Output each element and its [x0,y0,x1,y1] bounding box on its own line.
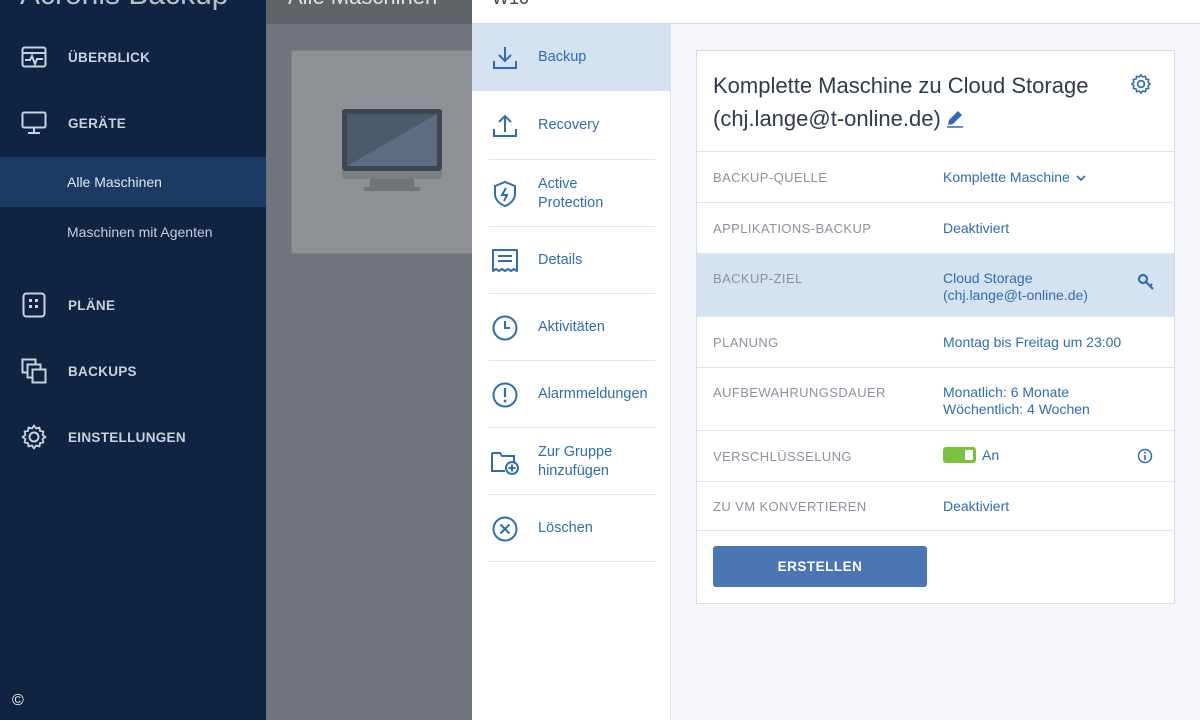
row-value: Komplette Maschine [943,169,1070,185]
sidebar-item-label: PLÄNE [68,297,116,313]
action-label: Active Protection [538,175,604,211]
row-key: BACKUP-ZIEL [713,271,803,286]
row-aufbewahrungsdauer[interactable]: AUFBEWAHRUNGSDAUER Monatlich: 6 Monate W… [697,367,1174,430]
download-icon [490,43,520,73]
action-label: Aktivitäten [538,319,605,335]
action-aktivitaeten[interactable]: Aktivitäten [472,294,671,361]
action-loeschen[interactable]: Löschen [472,495,671,562]
encryption-value: An [943,447,999,464]
machine-card[interactable] [291,50,491,254]
row-applikations-backup[interactable]: APPLIKATIONS-BACKUP Deaktiviert [697,202,1174,253]
action-label: Zur Gruppe hinzufügen [538,443,613,479]
machine-name: W10 [492,0,529,9]
row-backup-quelle[interactable]: BACKUP-QUELLE Komplette Maschine [697,151,1174,202]
row-value: Cloud Storage (chj.lange@t-online.de) [943,270,1088,303]
action-active-protection[interactable]: Active Protection [472,160,671,227]
action-label: Details [538,252,583,268]
row-key: BACKUP-QUELLE [713,170,828,185]
action-zur-gruppe-hinzufuegen[interactable]: Zur Gruppe hinzufügen [472,428,671,495]
gear-icon [20,423,48,451]
settings-gear-icon[interactable] [1130,73,1152,100]
row-key: APPLIKATIONS-BACKUP [713,221,872,236]
sidebar-item-label: BACKUPS [68,363,137,379]
row-key: AUFBEWAHRUNGSDAUER [713,385,886,400]
action-backup[interactable]: Backup [472,24,671,91]
app-title: Acronis Backup [20,0,228,12]
action-label: Alarmmeldungen [538,386,648,402]
sidebar-item-label: GERÄTE [68,115,127,131]
sidebar-item-label: EINSTELLUNGEN [68,429,186,445]
machine-list-area: Alle Maschinen [266,0,491,720]
encryption-toggle[interactable] [943,447,976,463]
plan-title: Komplette Maschine zu Cloud Storage (chj… [713,69,1133,137]
machine-list-header: Alle Maschinen [266,0,472,24]
details-icon [490,246,520,276]
create-button[interactable]: ERSTELLEN [713,546,927,587]
copyright: © [12,692,24,709]
row-key: ZU VM KONVERTIEREN [713,499,867,514]
dashboard-icon [20,43,48,71]
computer-icon [342,109,442,191]
shield-icon [490,179,520,209]
machine-detail-panel: W10 Backup Recovery Active Protection [472,0,1200,720]
sidebar-item-geraete[interactable]: GERÄTE [0,98,266,148]
delete-icon [490,514,520,544]
sidebar: Acronis Backup ÜBERBLICK GERÄTE Alle Mas… [0,0,266,720]
key-icon[interactable] [1137,273,1155,296]
row-value: Montag bis Freitag um 23:00 [943,334,1122,350]
row-key: PLANUNG [713,335,779,350]
backups-icon [20,357,48,385]
panel-header: W10 [472,0,1200,24]
row-key: VERSCHLÜSSELUNG [713,449,852,464]
row-value: Deaktiviert [943,498,1010,514]
info-icon[interactable] [1137,448,1153,469]
plans-icon [20,291,48,319]
sidebar-item-einstellungen[interactable]: EINSTELLUNGEN [0,412,266,462]
alert-icon [490,380,520,410]
sidebar-item-label: ÜBERBLICK [68,49,151,65]
action-label: Backup [538,49,587,65]
action-details[interactable]: Details [472,227,671,294]
page-title: Alle Maschinen [288,0,437,10]
toggle-state-label: An [982,447,1000,463]
row-verschluesselung[interactable]: VERSCHLÜSSELUNG An [697,430,1174,481]
sidebar-subitem-maschinen-mit-agenten[interactable]: Maschinen mit Agenten [0,207,266,257]
row-zu-vm-konvertieren[interactable]: ZU VM KONVERTIEREN Deaktiviert [697,481,1174,531]
action-label: Löschen [538,520,593,536]
sidebar-item-ueberblick[interactable]: ÜBERBLICK [0,32,266,82]
row-planung[interactable]: PLANUNG Montag bis Freitag um 23:00 [697,316,1174,367]
monitor-icon [20,109,48,137]
action-label: Recovery [538,117,600,133]
divider [489,561,655,562]
chevron-down-icon [1076,169,1086,185]
sidebar-subitem-alle-maschinen[interactable]: Alle Maschinen [0,157,266,207]
row-value: Monatlich: 6 Monate Wöchentlich: 4 Woche… [943,384,1090,417]
actions-menu: Backup Recovery Active Protection Detail… [472,24,671,720]
backup-source-dropdown[interactable]: Komplette Maschine [943,169,1086,186]
add-to-group-icon [490,447,520,477]
sidebar-item-plaene[interactable]: PLÄNE [0,280,266,330]
row-value: Deaktiviert [943,220,1010,236]
clock-icon [490,313,520,343]
edit-icon[interactable] [945,104,965,137]
backup-plan-card: Komplette Maschine zu Cloud Storage (chj… [696,50,1175,604]
sidebar-item-backups[interactable]: BACKUPS [0,346,266,396]
action-alarmmeldungen[interactable]: Alarmmeldungen [472,361,671,428]
action-recovery[interactable]: Recovery [472,92,671,159]
row-backup-ziel[interactable]: BACKUP-ZIEL Cloud Storage (chj.lange@t-o… [697,253,1174,316]
plan-title-text: Komplette Maschine zu Cloud Storage (chj… [713,73,1089,131]
upload-icon [490,111,520,141]
